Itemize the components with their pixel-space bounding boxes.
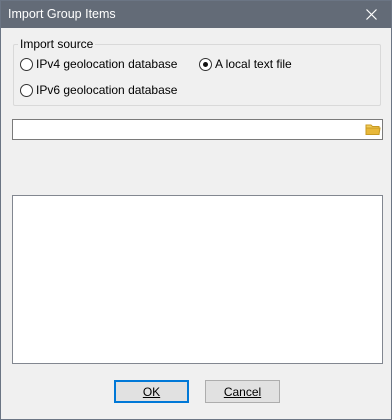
close-icon (366, 9, 377, 20)
radio-ipv4-geolocation-database[interactable]: IPv4 geolocation database (20, 57, 177, 71)
radio-button-circle[interactable] (20, 83, 33, 97)
radio-label: IPv6 geolocation database (36, 83, 178, 97)
ok-button-label: OK (142, 384, 161, 399)
preview-textarea[interactable] (12, 195, 383, 364)
cancel-button[interactable]: Cancel (205, 380, 280, 403)
radio-button-circle-checked[interactable] (199, 57, 212, 71)
window-title: Import Group Items (8, 7, 116, 21)
browse-button[interactable] (365, 122, 381, 137)
radio-label: A local text file (215, 57, 292, 71)
cancel-button-label: Cancel (223, 384, 262, 399)
folder-icon (365, 124, 381, 135)
file-path-input[interactable] (13, 120, 361, 139)
file-path-field (12, 119, 383, 140)
radio-button-circle[interactable] (20, 57, 33, 71)
import-source-label: Import source (18, 37, 96, 51)
ok-button[interactable]: OK (114, 380, 189, 403)
radio-label: IPv4 geolocation database (36, 57, 178, 71)
close-button[interactable] (351, 1, 391, 28)
radio-local-text-file[interactable]: A local text file (199, 57, 292, 71)
title-bar[interactable]: Import Group Items (1, 1, 391, 28)
import-group-items-dialog: Import Group Items Import source IPv4 ge… (0, 0, 392, 420)
radio-ipv6-geolocation-database[interactable]: IPv6 geolocation database (20, 83, 177, 97)
